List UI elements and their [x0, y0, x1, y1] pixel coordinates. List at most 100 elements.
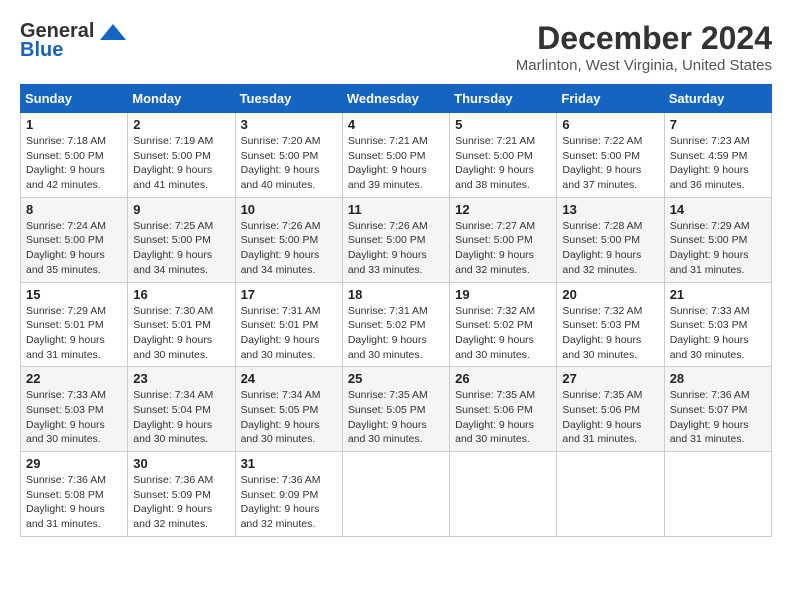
calendar-cell: 19Sunrise: 7:32 AM Sunset: 5:02 PM Dayli… — [450, 282, 557, 367]
day-info: Sunrise: 7:19 AM Sunset: 5:00 PM Dayligh… — [133, 134, 229, 193]
day-info: Sunrise: 7:33 AM Sunset: 5:03 PM Dayligh… — [670, 304, 766, 363]
day-number: 19 — [455, 287, 551, 302]
header-cell-friday: Friday — [557, 85, 664, 113]
calendar-cell: 12 Sunrise: 7:27 AM Sunset: 5:00 PM Dayli… — [450, 197, 557, 282]
calendar-cell — [342, 452, 449, 537]
calendar-cell: 22 Sunrise: 7:33 AM Sunset: 5:03 PM Dayli… — [21, 367, 128, 452]
calendar-cell: 29 Sunrise: 7:36 AM Sunset: 5:08 PM Dayli… — [21, 452, 128, 537]
title-area: December 2024 Marlinton, West Virginia, … — [516, 20, 772, 74]
day-info: Sunrise: 7:36 AM Sunset: 9:09 PM Dayligh… — [241, 473, 337, 532]
day-number: 16 — [133, 287, 229, 302]
day-number: 18 — [348, 287, 444, 302]
header: General Blue December 2024 Marlinton, We… — [20, 20, 772, 74]
day-info: Sunrise: 7:34 AM Sunset: 5:05 PM Dayligh… — [241, 388, 337, 447]
day-number: 30 — [133, 456, 229, 471]
calendar-body: 1Sunrise: 7:18 AM Sunset: 5:00 PM Daylig… — [21, 113, 772, 537]
calendar-cell — [664, 452, 771, 537]
day-number: 22 — [26, 371, 122, 386]
calendar-cell: 5 Sunrise: 7:21 AM Sunset: 5:00 PM Daylig… — [450, 113, 557, 198]
day-number: 26 — [455, 371, 551, 386]
day-info: Sunrise: 7:31 AM Sunset: 5:01 PM Dayligh… — [241, 304, 337, 363]
day-number: 6 — [562, 117, 658, 132]
day-number: 9 — [133, 202, 229, 217]
day-number: 29 — [26, 456, 122, 471]
calendar: SundayMondayTuesdayWednesdayThursdayFrid… — [20, 84, 772, 537]
day-info: Sunrise: 7:35 AM Sunset: 5:05 PM Dayligh… — [348, 388, 444, 447]
calendar-cell: 18Sunrise: 7:31 AM Sunset: 5:02 PM Dayli… — [342, 282, 449, 367]
day-number: 5 — [455, 117, 551, 132]
day-number: 10 — [241, 202, 337, 217]
month-title: December 2024 — [516, 20, 772, 57]
day-number: 15 — [26, 287, 122, 302]
day-info: Sunrise: 7:24 AM Sunset: 5:00 PM Dayligh… — [26, 219, 122, 278]
day-number: 14 — [670, 202, 766, 217]
calendar-cell: 15 Sunrise: 7:29 AM Sunset: 5:01 PM Dayli… — [21, 282, 128, 367]
day-number: 13 — [562, 202, 658, 217]
day-number: 23 — [133, 371, 229, 386]
day-number: 20 — [562, 287, 658, 302]
day-info: Sunrise: 7:20 AM Sunset: 5:00 PM Dayligh… — [241, 134, 337, 193]
day-info: Sunrise: 7:32 AM Sunset: 5:03 PM Dayligh… — [562, 304, 658, 363]
calendar-cell: 10 Sunrise: 7:26 AM Sunset: 5:00 PM Dayli… — [235, 197, 342, 282]
header-cell-saturday: Saturday — [664, 85, 771, 113]
calendar-cell: 6 Sunrise: 7:22 AM Sunset: 5:00 PM Daylig… — [557, 113, 664, 198]
day-number: 2 — [133, 117, 229, 132]
day-number: 11 — [348, 202, 444, 217]
calendar-cell: 26 Sunrise: 7:35 AM Sunset: 5:06 PM Dayli… — [450, 367, 557, 452]
calendar-week-row: 29 Sunrise: 7:36 AM Sunset: 5:08 PM Dayli… — [21, 452, 772, 537]
day-info: Sunrise: 7:25 AM Sunset: 5:00 PM Dayligh… — [133, 219, 229, 278]
calendar-cell — [450, 452, 557, 537]
calendar-cell — [557, 452, 664, 537]
calendar-cell: 13 Sunrise: 7:28 AM Sunset: 5:00 PM Dayli… — [557, 197, 664, 282]
day-info: Sunrise: 7:34 AM Sunset: 5:04 PM Dayligh… — [133, 388, 229, 447]
location-title: Marlinton, West Virginia, United States — [516, 57, 772, 74]
day-info: Sunrise: 7:29 AM Sunset: 5:00 PM Dayligh… — [670, 219, 766, 278]
day-number: 1 — [26, 117, 122, 132]
calendar-cell: 2 Sunrise: 7:19 AM Sunset: 5:00 PM Daylig… — [128, 113, 235, 198]
day-number: 8 — [26, 202, 122, 217]
header-cell-monday: Monday — [128, 85, 235, 113]
day-info: Sunrise: 7:26 AM Sunset: 5:00 PM Dayligh… — [241, 219, 337, 278]
day-info: Sunrise: 7:36 AM Sunset: 5:09 PM Dayligh… — [133, 473, 229, 532]
calendar-cell: 24 Sunrise: 7:34 AM Sunset: 5:05 PM Dayli… — [235, 367, 342, 452]
day-info: Sunrise: 7:21 AM Sunset: 5:00 PM Dayligh… — [455, 134, 551, 193]
calendar-cell: 27Sunrise: 7:35 AM Sunset: 5:06 PM Dayli… — [557, 367, 664, 452]
calendar-cell: 7Sunrise: 7:23 AM Sunset: 4:59 PM Daylig… — [664, 113, 771, 198]
calendar-cell: 21 Sunrise: 7:33 AM Sunset: 5:03 PM Dayli… — [664, 282, 771, 367]
header-cell-wednesday: Wednesday — [342, 85, 449, 113]
day-info: Sunrise: 7:33 AM Sunset: 5:03 PM Dayligh… — [26, 388, 122, 447]
day-info: Sunrise: 7:27 AM Sunset: 5:00 PM Dayligh… — [455, 219, 551, 278]
calendar-week-row: 1Sunrise: 7:18 AM Sunset: 5:00 PM Daylig… — [21, 113, 772, 198]
calendar-cell: 4Sunrise: 7:21 AM Sunset: 5:00 PM Daylig… — [342, 113, 449, 198]
day-info: Sunrise: 7:22 AM Sunset: 5:00 PM Dayligh… — [562, 134, 658, 193]
day-info: Sunrise: 7:29 AM Sunset: 5:01 PM Dayligh… — [26, 304, 122, 363]
day-number: 12 — [455, 202, 551, 217]
day-info: Sunrise: 7:36 AM Sunset: 5:08 PM Dayligh… — [26, 473, 122, 532]
calendar-cell: 16 Sunrise: 7:30 AM Sunset: 5:01 PM Dayli… — [128, 282, 235, 367]
calendar-cell: 30 Sunrise: 7:36 AM Sunset: 5:09 PM Dayli… — [128, 452, 235, 537]
calendar-cell: 20 Sunrise: 7:32 AM Sunset: 5:03 PM Dayli… — [557, 282, 664, 367]
calendar-cell: 14 Sunrise: 7:29 AM Sunset: 5:00 PM Dayli… — [664, 197, 771, 282]
calendar-cell: 11Sunrise: 7:26 AM Sunset: 5:00 PM Dayli… — [342, 197, 449, 282]
day-info: Sunrise: 7:35 AM Sunset: 5:06 PM Dayligh… — [455, 388, 551, 447]
day-info: Sunrise: 7:28 AM Sunset: 5:00 PM Dayligh… — [562, 219, 658, 278]
day-number: 17 — [241, 287, 337, 302]
calendar-cell: 8 Sunrise: 7:24 AM Sunset: 5:00 PM Daylig… — [21, 197, 128, 282]
calendar-week-row: 22 Sunrise: 7:33 AM Sunset: 5:03 PM Dayli… — [21, 367, 772, 452]
calendar-cell: 23 Sunrise: 7:34 AM Sunset: 5:04 PM Dayli… — [128, 367, 235, 452]
calendar-cell: 31Sunrise: 7:36 AM Sunset: 9:09 PM Dayli… — [235, 452, 342, 537]
day-number: 25 — [348, 371, 444, 386]
day-info: Sunrise: 7:35 AM Sunset: 5:06 PM Dayligh… — [562, 388, 658, 447]
day-info: Sunrise: 7:23 AM Sunset: 4:59 PM Dayligh… — [670, 134, 766, 193]
calendar-cell: 25 Sunrise: 7:35 AM Sunset: 5:05 PM Dayli… — [342, 367, 449, 452]
calendar-header-row: SundayMondayTuesdayWednesdayThursdayFrid… — [21, 85, 772, 113]
day-number: 3 — [241, 117, 337, 132]
day-info: Sunrise: 7:30 AM Sunset: 5:01 PM Dayligh… — [133, 304, 229, 363]
logo-blue: Blue — [20, 39, 63, 62]
day-number: 21 — [670, 287, 766, 302]
calendar-week-row: 8 Sunrise: 7:24 AM Sunset: 5:00 PM Daylig… — [21, 197, 772, 282]
calendar-week-row: 15 Sunrise: 7:29 AM Sunset: 5:01 PM Dayli… — [21, 282, 772, 367]
day-number: 24 — [241, 371, 337, 386]
logo: General Blue — [20, 20, 128, 62]
calendar-cell: 17 Sunrise: 7:31 AM Sunset: 5:01 PM Dayli… — [235, 282, 342, 367]
